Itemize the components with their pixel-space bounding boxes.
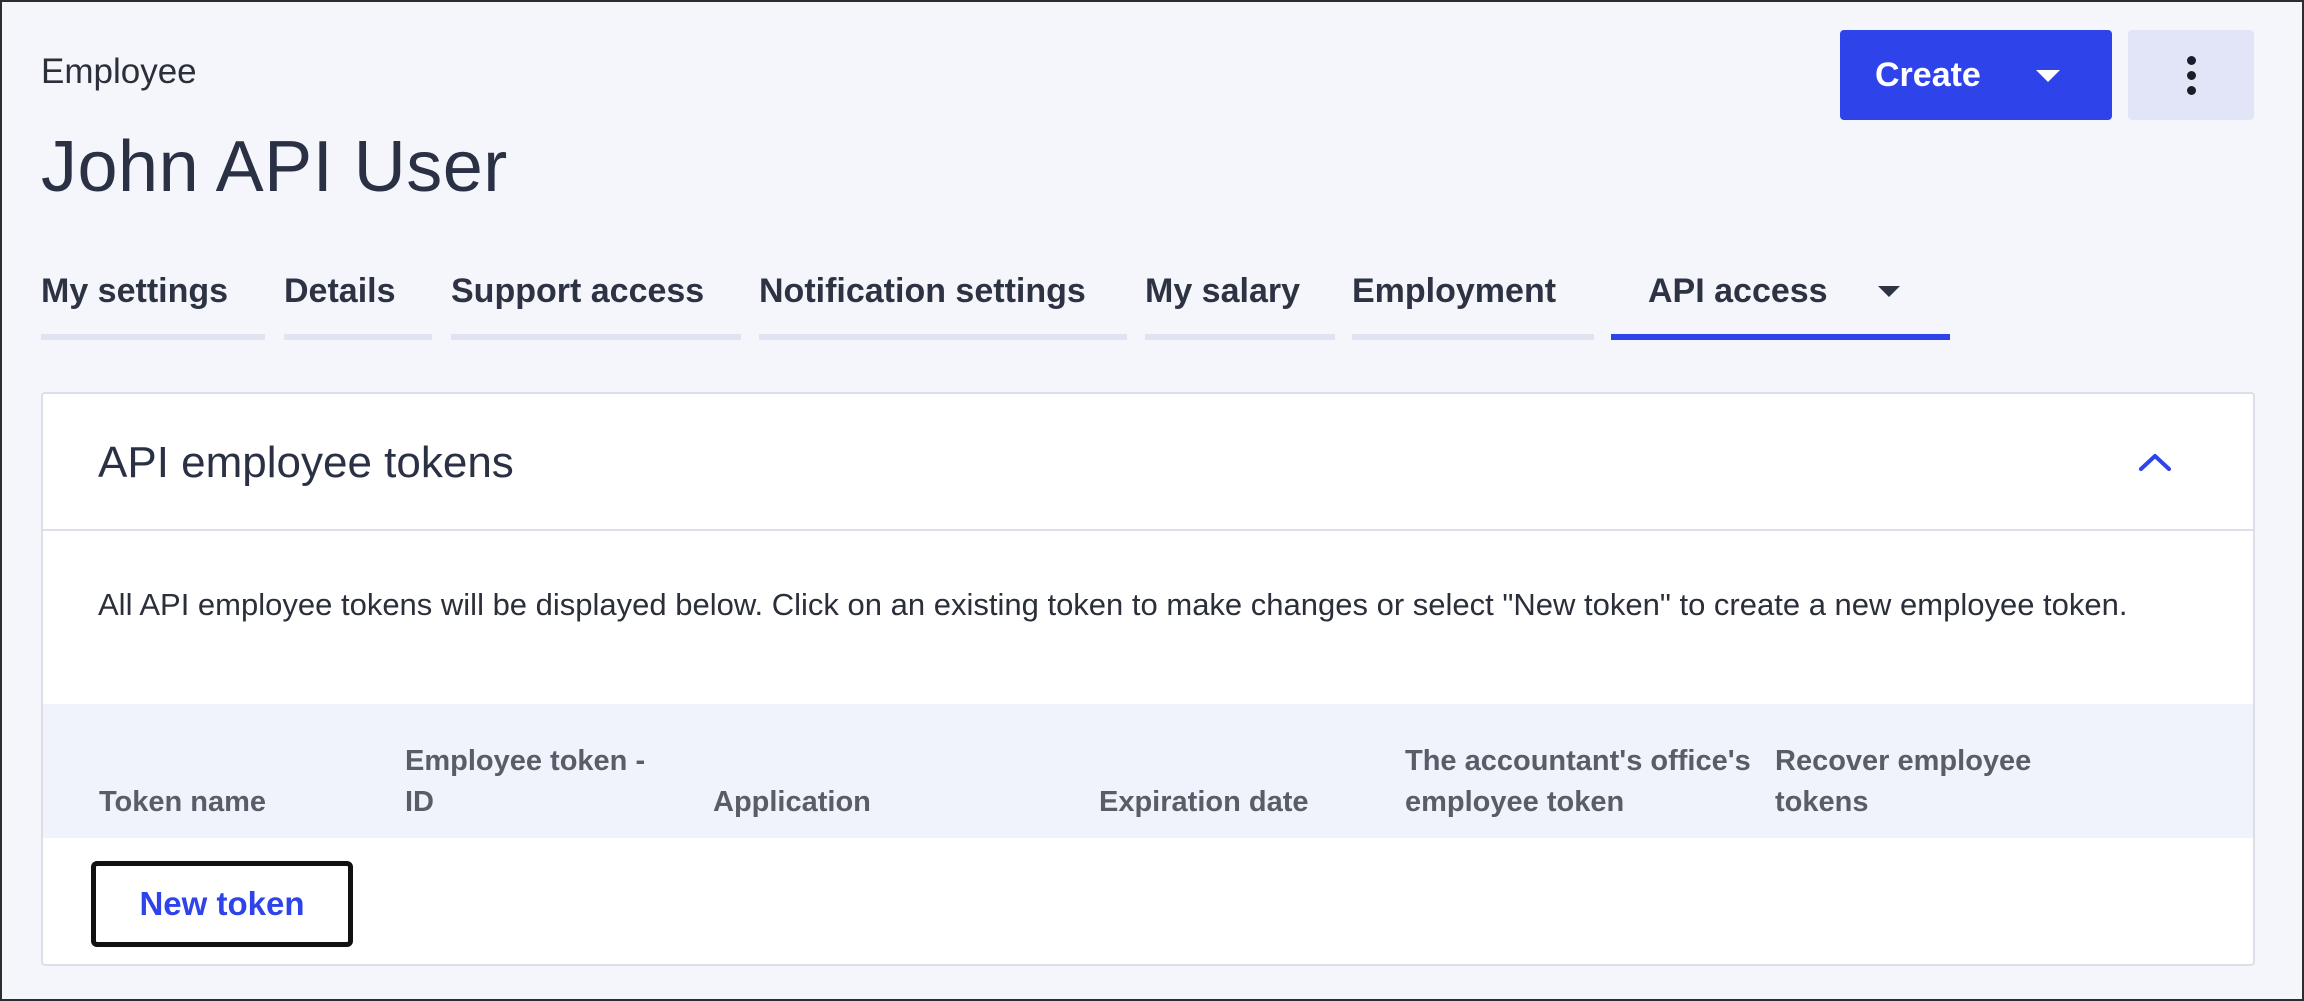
page-title: John API User	[41, 127, 508, 207]
tab-api-access[interactable]: API access	[1611, 268, 1950, 340]
tab-details[interactable]: Details	[284, 268, 432, 340]
tab-label: Support access	[451, 272, 705, 310]
panel-title: API employee tokens	[98, 438, 514, 487]
create-button[interactable]: Create	[1840, 30, 2112, 120]
table-header: Token name Employee token - ID Applicati…	[43, 704, 2253, 838]
tab-label: API access	[1648, 272, 1828, 310]
tab-bar: My settings Details Support access Notif…	[41, 268, 2241, 340]
column-header-application: Application	[713, 786, 871, 818]
tab-label: Employment	[1352, 272, 1557, 310]
create-button-label: Create	[1875, 55, 1981, 94]
tab-label: My settings	[41, 272, 229, 310]
tab-support-access[interactable]: Support access	[451, 268, 741, 340]
tab-my-salary[interactable]: My salary	[1145, 268, 1335, 340]
tab-label: Notification settings	[759, 272, 1086, 310]
column-header-recover-tokens: Recover employee tokens	[1775, 745, 2032, 818]
panel-header[interactable]: API employee tokens	[43, 394, 2253, 531]
tab-label: My salary	[1145, 272, 1300, 310]
column-header-employee-token-id: Employee token - ID	[405, 745, 646, 818]
new-token-link[interactable]: New token	[91, 861, 353, 947]
vertical-ellipsis-icon	[2186, 85, 2196, 95]
column-header-expiration-date: Expiration date	[1099, 786, 1309, 818]
tab-employment[interactable]: Employment	[1352, 268, 1594, 340]
api-tokens-panel: API employee tokens All API employee tok…	[41, 392, 2255, 966]
more-options-button[interactable]	[2128, 30, 2254, 120]
panel-description: All API employee tokens will be displaye…	[98, 587, 2128, 622]
column-header-token-name: Token name	[99, 786, 267, 818]
chevron-up-icon[interactable]	[2137, 450, 2173, 474]
caret-down-icon	[2036, 70, 2060, 82]
column-header-accountant-token: The accountant's office's employee token	[1405, 745, 1751, 818]
vertical-ellipsis-icon	[2186, 70, 2196, 80]
tab-notification-settings[interactable]: Notification settings	[759, 268, 1127, 340]
tab-my-settings[interactable]: My settings	[41, 268, 265, 340]
vertical-ellipsis-icon	[2186, 55, 2196, 65]
caret-down-icon[interactable]	[1878, 286, 1900, 297]
breadcrumb[interactable]: Employee	[41, 52, 197, 92]
tab-label: Details	[284, 272, 396, 310]
